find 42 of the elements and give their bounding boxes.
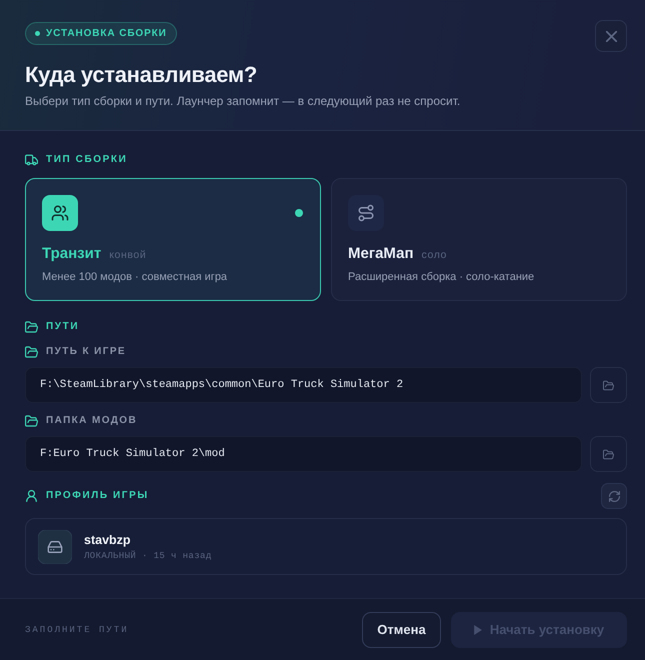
browse-button[interactable]: [590, 367, 627, 403]
hard-drive-icon: [38, 530, 72, 564]
profile-name: stavbzp: [84, 532, 132, 548]
option-tag: соло: [422, 248, 447, 262]
selected-dot-icon: [295, 209, 303, 217]
close-icon: [606, 30, 616, 42]
profile-card[interactable]: stavbzp ЛОКАЛЬНЫЙ · 15 ч назад: [25, 518, 627, 575]
option-tag: конвой: [109, 248, 146, 262]
build-option-card[interactable]: МегаМап соло Расширенная сборка · соло-катание: [331, 178, 627, 301]
option-name: Транзит: [42, 244, 102, 264]
truck-icon: [25, 154, 38, 166]
dialog-title: Куда устанавливаем?: [25, 62, 258, 88]
profile-meta: ЛОКАЛЬНЫЙ · 15 ч назад: [84, 550, 212, 562]
badge-label: УСТАНОВКА СБОРКИ: [46, 28, 167, 40]
browse-button[interactable]: [590, 436, 627, 472]
build-option-card[interactable]: Транзит конвой Менее 100 модов · совместная игра: [25, 178, 321, 301]
section-heading: ТИП СБОРКИ: [46, 153, 128, 167]
refresh-icon: [608, 490, 620, 502]
play-icon: [474, 624, 482, 634]
field-label: ПАПКА МОДОВ: [46, 414, 138, 428]
user-icon: [25, 490, 38, 502]
folder-icon: [603, 448, 614, 460]
folder-icon: [25, 346, 38, 358]
path-field[interactable]: F:Euro Truck Simulator 2\mod: [25, 436, 582, 472]
folder-icon: [25, 415, 38, 427]
section-heading: ПРОФИЛЬ ИГРЫ: [46, 489, 149, 503]
dot-icon: [35, 31, 40, 36]
users-icon: [42, 195, 78, 231]
option-description: Менее 100 модов · совместная игра: [42, 270, 228, 285]
close-button[interactable]: [595, 20, 627, 52]
dialog-subtitle: Выбери тип сборки и пути. Лаунчер запомнит — в следующий раз не спросит.: [25, 93, 460, 109]
option-description: Расширенная сборка · соло-катание: [348, 270, 536, 285]
folder-icon: [25, 321, 38, 333]
status-text: ЗАПОЛНИТЕ ПУТИ: [25, 624, 129, 634]
option-name: МегаМап: [348, 244, 414, 264]
route-icon: [348, 195, 384, 231]
refresh-button[interactable]: [601, 483, 627, 509]
cancel-button[interactable]: Отмена: [362, 612, 441, 648]
folder-icon: [603, 380, 614, 390]
path-field[interactable]: F:\SteamLibrary\steamapps\common\Euro Truck Simulator 2: [25, 367, 582, 403]
field-label: ПУТЬ К ИГРЕ: [46, 345, 126, 359]
section-heading: ПУТИ: [46, 320, 80, 334]
